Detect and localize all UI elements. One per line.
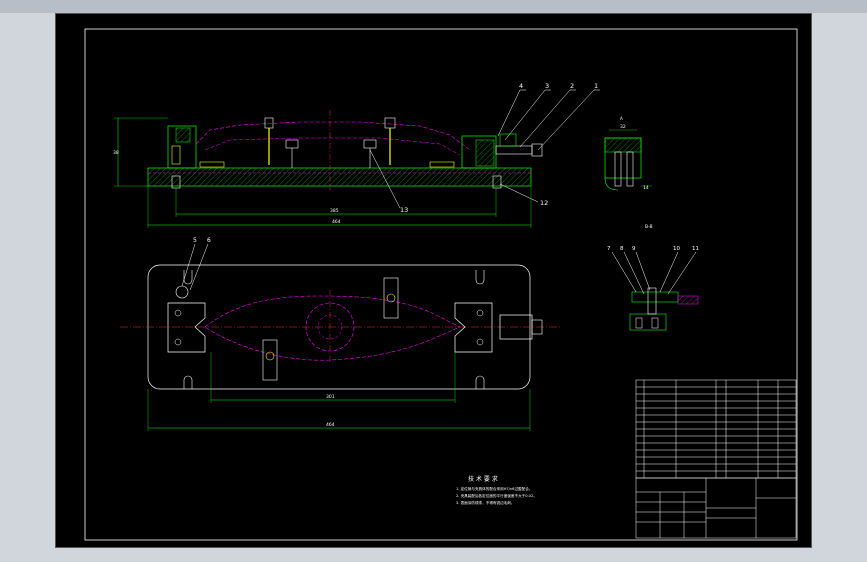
locating-pin-circle xyxy=(175,285,189,299)
balloon-12: 12 xyxy=(540,199,548,207)
balloon-8: 8 xyxy=(620,246,624,252)
locator-left xyxy=(199,161,225,168)
top-leaders xyxy=(181,243,209,291)
inner-border xyxy=(84,28,798,541)
right-clamp-hatch xyxy=(475,139,495,167)
base-plate xyxy=(147,167,532,187)
parts-list-table[interactable] xyxy=(635,379,797,479)
balloon-11: 11 xyxy=(692,246,699,252)
section-bb-label: B-B xyxy=(645,224,653,230)
tech-req-line-1: 1. 定位销与夹具体的配合采用H7/n6过盈配合。 xyxy=(456,486,532,491)
balloon-5: 5 xyxy=(193,237,197,244)
right-v-block xyxy=(454,302,493,353)
u-slot-bl xyxy=(183,375,193,389)
balloon-1: 1 xyxy=(594,82,598,90)
balloon-7: 7 xyxy=(607,246,611,252)
nut-2 xyxy=(363,139,377,168)
locator-right xyxy=(429,161,455,168)
section-a-label: A xyxy=(620,116,623,121)
u-slot-tl xyxy=(183,270,193,285)
left-v-block xyxy=(167,302,206,353)
section-width-label: 32 xyxy=(620,124,626,130)
stud-slot-upper xyxy=(383,277,399,319)
clamp-knob xyxy=(531,143,543,157)
front-height-label: 38 xyxy=(113,150,119,156)
tech-req-title: 技 术 要 求 xyxy=(468,475,498,483)
workpiece-hidden-outline xyxy=(195,121,471,151)
clamp-bracket xyxy=(499,133,517,147)
stud-bolt-1 xyxy=(264,117,274,165)
balloon-4: 4 xyxy=(519,82,523,90)
stud-bolt-2 xyxy=(384,117,396,165)
balloon-2: 2 xyxy=(570,82,574,90)
detail-view-bb[interactable] xyxy=(629,287,699,331)
left-support-hatch xyxy=(175,127,191,143)
balloon-3: 3 xyxy=(545,82,549,90)
balloon-6: 6 xyxy=(207,237,211,244)
tech-req-line-3: 3. 表面涂防锈漆，不得有锐边毛刺。 xyxy=(456,500,514,505)
tech-req-line-2: 2. 夹具装配后各定位面的平行度误差不大于0.02。 xyxy=(456,493,537,498)
u-slot-tr xyxy=(475,270,485,285)
balloon-13: 13 xyxy=(400,206,408,214)
workpiece-top-hidden xyxy=(204,295,461,361)
top-inner-label: 301 xyxy=(326,394,335,400)
nut-1 xyxy=(285,139,299,168)
section-height-label: 14 xyxy=(643,185,649,191)
balloon-10: 10 xyxy=(673,246,680,252)
top-overall-label: 464 xyxy=(326,422,335,428)
top-view[interactable] xyxy=(120,264,560,431)
cad-drawing-canvas[interactable]: 38 385 464 4 3 2 1 12 13 301 464 5 6 32 … xyxy=(0,0,867,562)
front-view[interactable] xyxy=(114,110,543,228)
left-pin xyxy=(171,145,181,165)
u-slot-br xyxy=(475,375,485,389)
workpiece-hidden-inner xyxy=(204,137,461,156)
title-block[interactable] xyxy=(635,477,797,539)
clamp-screw xyxy=(495,145,533,155)
front-inner-label: 385 xyxy=(330,208,339,214)
section-view-a[interactable] xyxy=(604,129,652,191)
front-overall-label: 464 xyxy=(332,219,341,225)
detail-workpiece xyxy=(677,295,699,305)
balloon-9: 9 xyxy=(632,246,636,252)
